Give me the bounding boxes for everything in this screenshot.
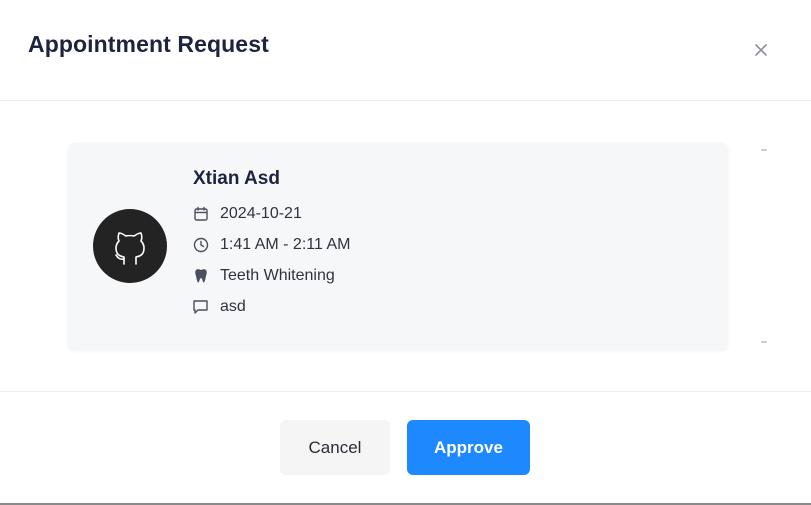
appointment-date-row: 2024-10-21 [192,203,302,225]
calendar-icon [192,206,209,223]
tooth-icon [192,268,209,285]
avatar [93,209,167,283]
github-cat-icon [115,232,145,265]
appointment-date: 2024-10-21 [220,205,302,222]
appointment-note: asd [220,298,246,315]
comment-icon [192,299,209,316]
appointment-note-row: asd [192,296,246,318]
cancel-button[interactable]: Cancel [280,420,390,475]
appointment-card: Xtian Asd 2024-10-21 1:41 AM - 2:11 AM T… [68,143,728,350]
clock-icon [192,237,209,254]
modal-header: Appointment Request [0,0,811,101]
patient-name: Xtian Asd [193,168,280,189]
modal-body: Xtian Asd 2024-10-21 1:41 AM - 2:11 AM T… [0,101,811,392]
appointment-service: Teeth Whitening [220,267,335,284]
close-icon [755,44,767,56]
appointment-service-row: Teeth Whitening [192,265,335,287]
appointment-time-row: 1:41 AM - 2:11 AM [192,234,350,256]
scrollbar-down-arrow[interactable] [761,341,767,343]
appointment-time: 1:41 AM - 2:11 AM [220,236,351,253]
appointment-request-modal: Appointment Request Xtian Asd 2024-10-21… [0,0,811,505]
close-button[interactable] [748,37,774,63]
scrollbar-up-arrow[interactable] [761,149,767,151]
modal-footer: Cancel Approve [0,392,811,503]
modal-title: Appointment Request [28,31,269,57]
approve-button[interactable]: Approve [407,420,530,475]
